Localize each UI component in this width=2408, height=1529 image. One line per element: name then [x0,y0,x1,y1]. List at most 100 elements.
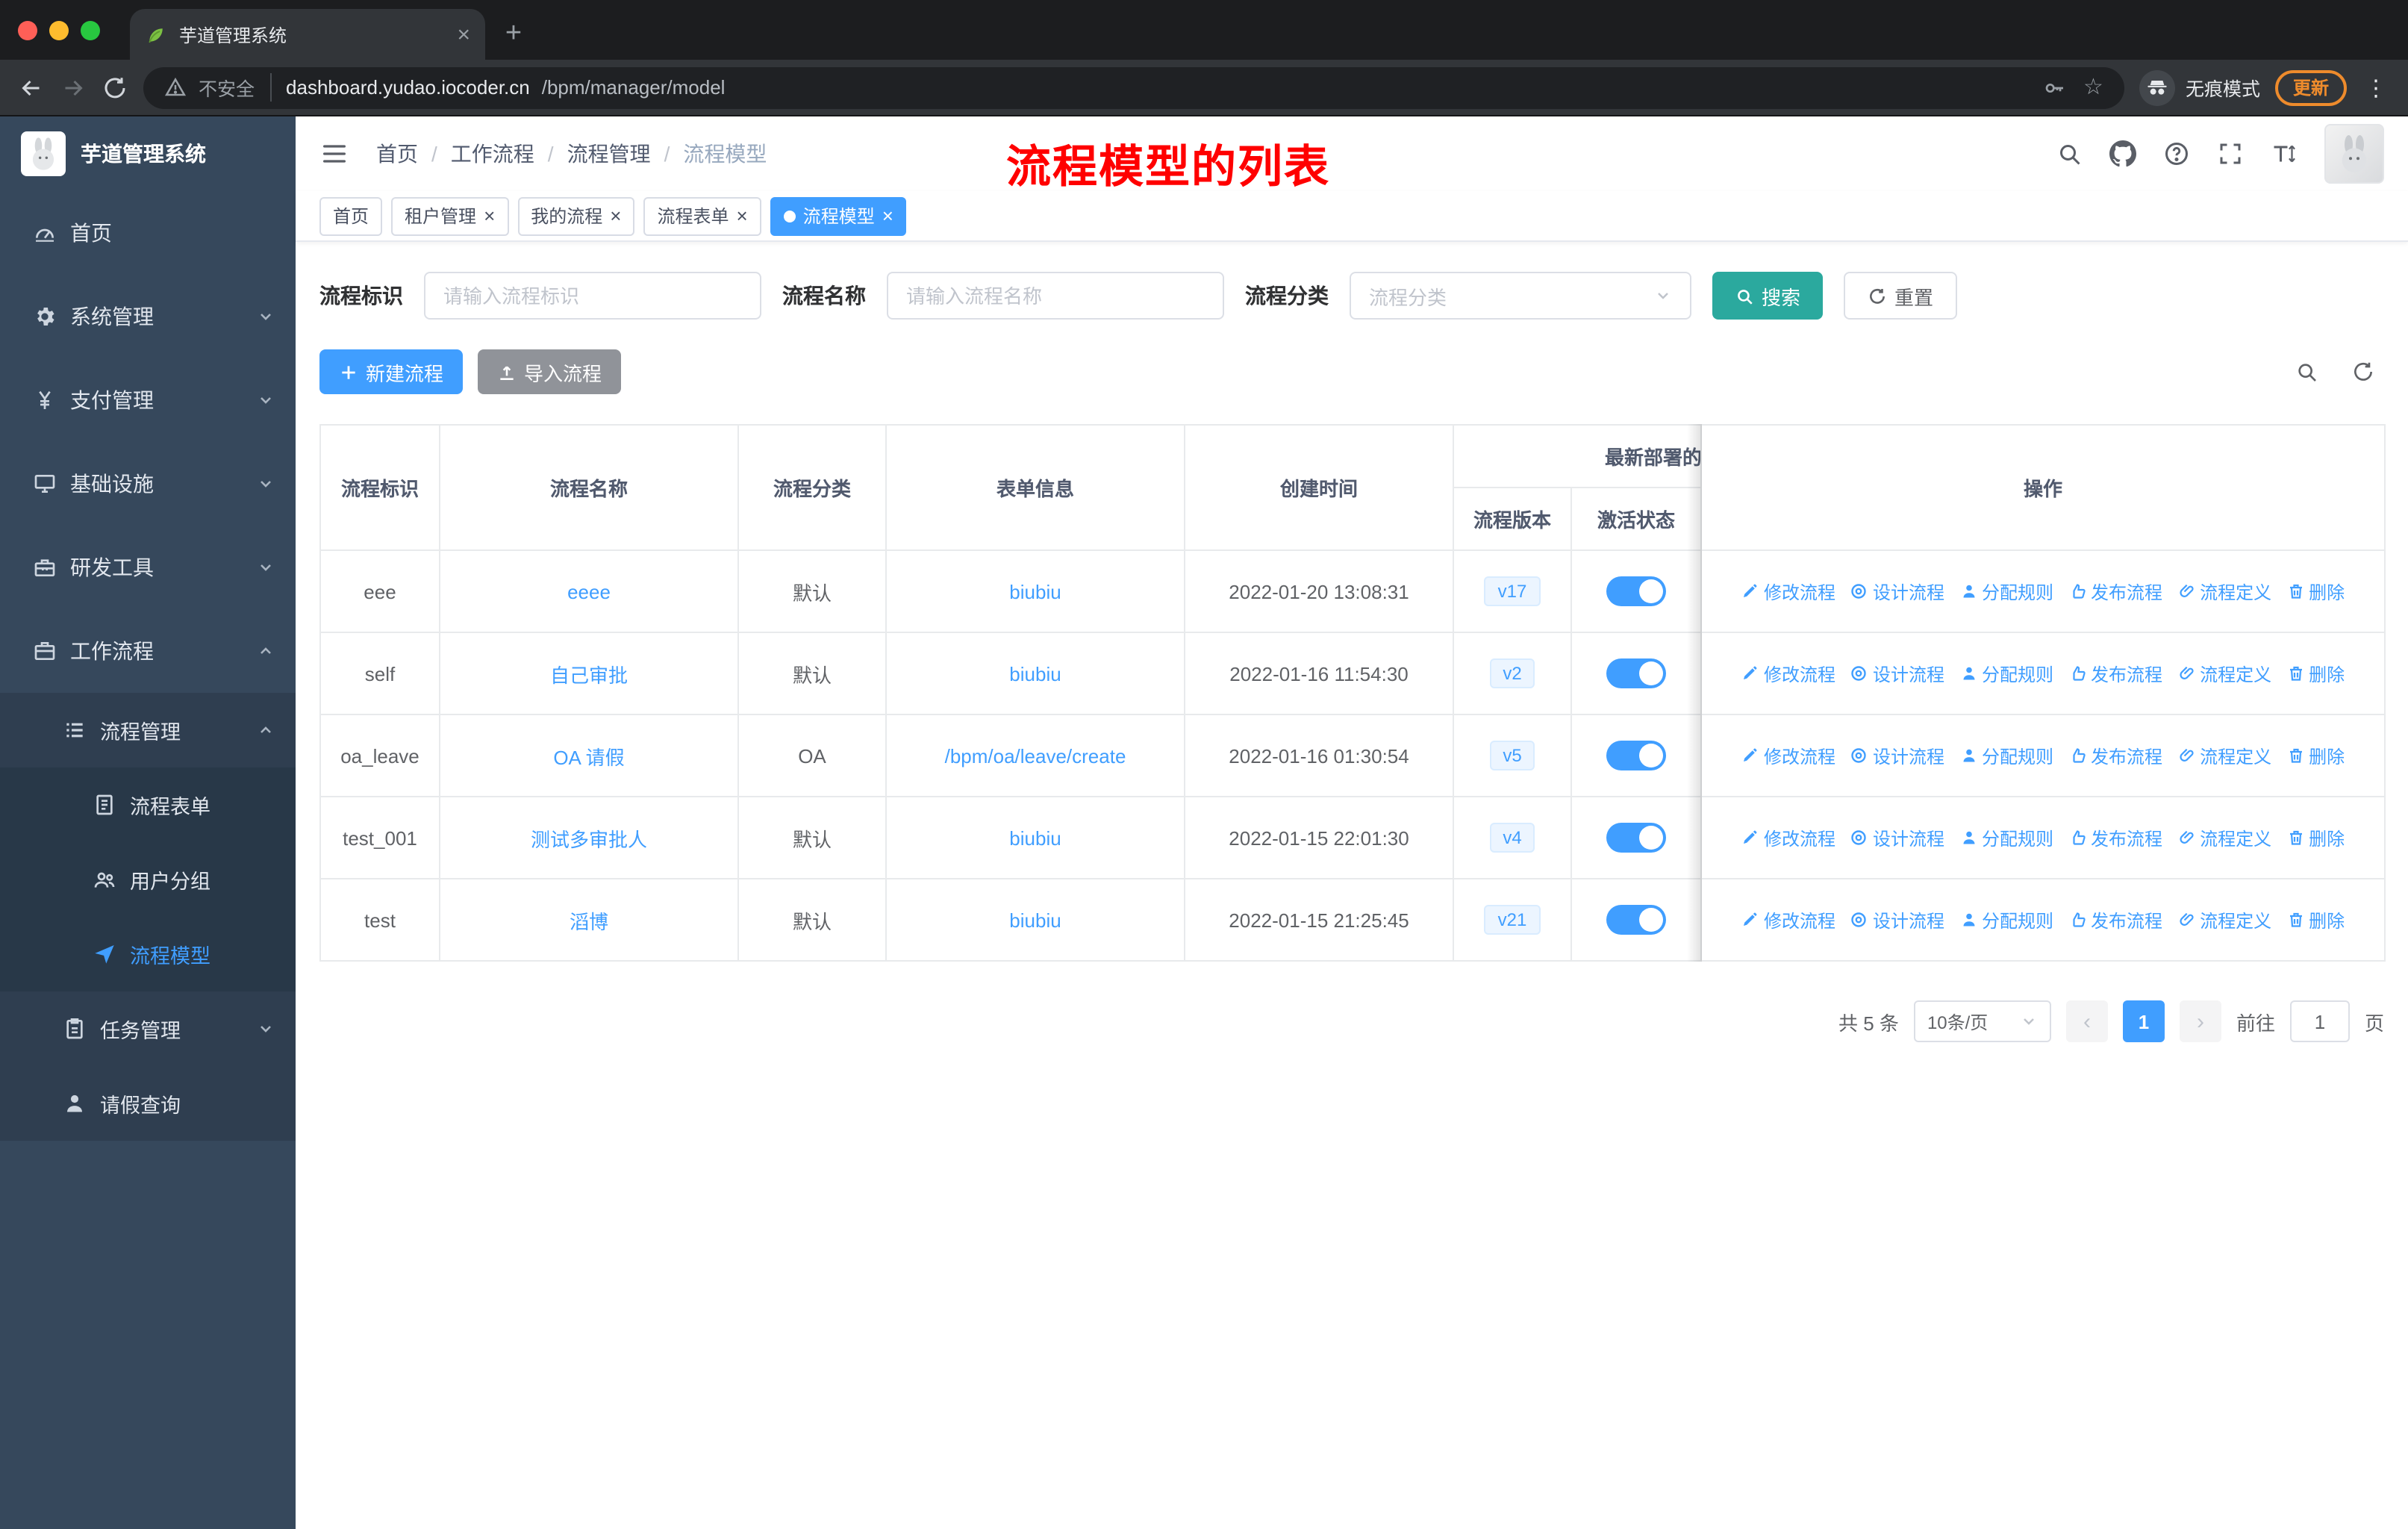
delete-action-link[interactable]: 删除 [2286,825,2345,850]
form-link[interactable]: biubiu [1009,580,1061,602]
sidebar-item-task-management[interactable]: 任务管理 [0,991,296,1066]
sidebar-item-payment[interactable]: 支付管理 [0,358,296,442]
design-action-link[interactable]: 设计流程 [1850,579,1944,604]
import-process-button[interactable]: 导入流程 [478,349,622,394]
form-link[interactable]: biubiu [1009,662,1061,685]
forward-icon[interactable] [60,74,87,101]
sidebar-item-user-group[interactable]: 用户分组 [0,842,296,917]
hide-search-icon[interactable] [2295,360,2318,384]
publish-action-link[interactable]: 发布流程 [2068,579,2162,604]
assign-action-link[interactable]: 分配规则 [1959,825,2053,850]
tag-home[interactable]: 首页 [319,196,383,235]
user-avatar[interactable] [2324,124,2384,184]
github-icon[interactable] [2109,140,2136,167]
sidebar-item-system[interactable]: 系统管理 [0,275,296,358]
sidebar-item-devtools[interactable]: 研发工具 [0,526,296,609]
assign-action-link[interactable]: 分配规则 [1959,743,2053,768]
form-link[interactable]: biubiu [1009,909,1061,931]
definition-action-link[interactable]: 流程定义 [2177,661,2271,686]
minimize-window-button[interactable] [49,20,69,40]
design-action-link[interactable]: 设计流程 [1850,825,1944,850]
design-action-link[interactable]: 设计流程 [1850,661,1944,686]
update-button[interactable]: 更新 [2274,69,2347,105]
close-icon[interactable]: × [882,206,893,225]
modify-action-link[interactable]: 修改流程 [1741,825,1835,850]
sidebar-item-leave-query[interactable]: 请假查询 [0,1066,296,1141]
assign-action-link[interactable]: 分配规则 [1959,579,2053,604]
status-toggle[interactable] [1606,576,1666,606]
category-select[interactable]: 流程分类 [1350,272,1691,320]
browser-tab[interactable]: 芋道管理系统 × [130,9,485,60]
sidebar-item-process-form[interactable]: 流程表单 [0,767,296,842]
definition-action-link[interactable]: 流程定义 [2177,579,2271,604]
process-name-link[interactable]: OA 请假 [553,746,624,768]
font-size-icon[interactable] [2271,140,2298,167]
browser-menu-icon[interactable]: ⋮ [2362,74,2390,101]
goto-page-input[interactable] [2289,1000,2350,1042]
password-key-icon[interactable] [2042,75,2065,99]
tag-tenant-management[interactable]: 租户管理 × [391,196,509,235]
page-number-1[interactable]: 1 [2122,1000,2165,1042]
form-link[interactable]: biubiu [1009,826,1061,849]
status-toggle[interactable] [1606,823,1666,853]
incognito-badge[interactable]: 无痕模式 [2139,69,2260,105]
fullscreen-icon[interactable] [2217,140,2244,167]
sidebar-item-home[interactable]: 首页 [0,191,296,275]
new-tab-button[interactable]: + [491,12,536,57]
publish-action-link[interactable]: 发布流程 [2068,661,2162,686]
tab-close-icon[interactable]: × [457,23,470,46]
design-action-link[interactable]: 设计流程 [1850,743,1944,768]
definition-action-link[interactable]: 流程定义 [2177,825,2271,850]
sidebar-item-process-management[interactable]: 流程管理 [0,693,296,767]
help-icon[interactable] [2163,140,2190,167]
status-toggle[interactable] [1606,905,1666,935]
tag-process-model[interactable]: 流程模型 × [770,196,907,235]
publish-action-link[interactable]: 发布流程 [2068,743,2162,768]
status-toggle[interactable] [1606,741,1666,770]
hamburger-icon[interactable] [319,139,349,169]
tag-process-form[interactable]: 流程表单 × [643,196,761,235]
publish-action-link[interactable]: 发布流程 [2068,825,2162,850]
back-icon[interactable] [18,74,45,101]
assign-action-link[interactable]: 分配规则 [1959,907,2053,932]
delete-action-link[interactable]: 删除 [2286,661,2345,686]
process-name-link[interactable]: 滔博 [570,910,608,932]
warning-icon[interactable] [164,76,187,99]
definition-action-link[interactable]: 流程定义 [2177,743,2271,768]
sidebar-item-process-model[interactable]: 流程模型 [0,917,296,991]
url-field[interactable]: 不安全 dashboard.yudao.iocoder.cn /bpm/mana… [143,66,2124,108]
create-process-button[interactable]: 新建流程 [319,349,464,394]
search-button[interactable]: 搜索 [1712,272,1824,320]
close-icon[interactable]: × [610,206,621,225]
delete-action-link[interactable]: 删除 [2286,579,2345,604]
modify-action-link[interactable]: 修改流程 [1741,743,1835,768]
modify-action-link[interactable]: 修改流程 [1741,661,1835,686]
modify-action-link[interactable]: 修改流程 [1741,907,1835,932]
next-page-button[interactable]: › [2179,1000,2221,1042]
close-icon[interactable]: × [737,206,748,225]
status-toggle[interactable] [1606,658,1666,688]
sidebar-item-workflow[interactable]: 工作流程 [0,609,296,693]
close-icon[interactable]: × [484,206,495,225]
modify-action-link[interactable]: 修改流程 [1741,579,1835,604]
process-name-link[interactable]: 自己审批 [550,664,628,686]
page-size-select[interactable]: 10条/页 [1913,1000,2051,1042]
reload-icon[interactable] [102,74,128,101]
prev-page-button[interactable]: ‹ [2065,1000,2108,1042]
publish-action-link[interactable]: 发布流程 [2068,907,2162,932]
security-label[interactable]: 不安全 [199,73,272,102]
breadcrumb-process-management[interactable]: 流程管理 [567,139,651,169]
reset-button[interactable]: 重置 [1844,272,1958,320]
bookmark-star-icon[interactable]: ☆ [2083,76,2103,99]
search-icon[interactable] [2056,140,2083,167]
form-link[interactable]: /bpm/oa/leave/create [945,744,1126,767]
close-window-button[interactable] [18,20,37,40]
process-name-link[interactable]: eeee [567,580,611,602]
tag-my-process[interactable]: 我的流程 × [517,196,635,235]
zoom-window-button[interactable] [81,20,100,40]
sidebar-item-infrastructure[interactable]: 基础设施 [0,442,296,526]
process-key-input[interactable] [424,272,761,320]
delete-action-link[interactable]: 删除 [2286,743,2345,768]
breadcrumb-workflow[interactable]: 工作流程 [451,139,534,169]
breadcrumb-home[interactable]: 首页 [376,139,418,169]
